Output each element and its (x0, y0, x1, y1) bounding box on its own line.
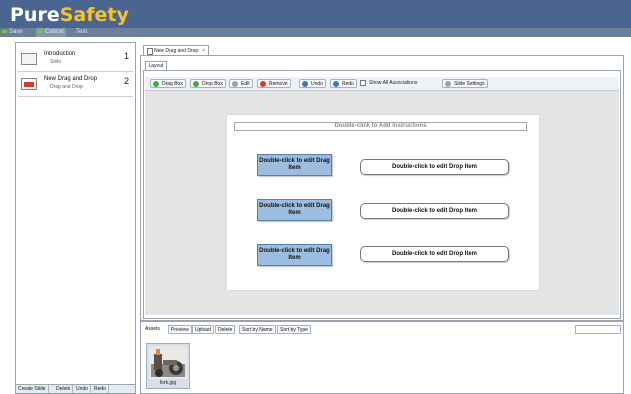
puresafety-logo: PureSafety (10, 4, 129, 26)
add-drag-box-button[interactable]: Drag Box (150, 79, 186, 88)
upload-button[interactable]: Upload (192, 325, 214, 334)
drag-item[interactable]: Double-click to edit Drag Item (257, 244, 332, 266)
edit-icon (232, 81, 238, 87)
cancel-button[interactable]: Cancel (36, 28, 66, 37)
main-toolbar: Save Cancel Test (0, 28, 631, 37)
test-button[interactable]: Test (76, 28, 87, 37)
create-slide-button[interactable]: Create Slide (16, 385, 49, 393)
app-header: PureSafety (0, 0, 631, 28)
slide-settings-button[interactable]: Slide Settings (442, 79, 488, 88)
undo-button[interactable]: Undo (299, 79, 326, 88)
sort-by-type-button[interactable]: Sort by Type (277, 325, 311, 334)
instructions-field[interactable]: Double-click to Add Instructions (234, 122, 527, 131)
save-icon (2, 29, 7, 33)
layout-toolbar: Drag Box Drop Box Edit Remove Undo Redo … (145, 77, 619, 91)
document-icon (147, 48, 153, 55)
slide-item-introduction[interactable]: Introduction Slide 1 (18, 47, 133, 72)
drag-item[interactable]: Double-click to edit Drag Item (257, 154, 332, 176)
preview-button[interactable]: Preview (168, 325, 192, 334)
slide-number: 1 (123, 51, 129, 61)
add-drop-box-button[interactable]: Drop Box (190, 79, 226, 88)
assets-label: Assets (145, 326, 161, 332)
undo-button[interactable]: Undo (74, 385, 91, 393)
redo-button[interactable]: Redo (330, 79, 357, 88)
asset-item[interactable]: fork.jpg (146, 343, 190, 389)
slide-list-actions: Create Slide Delete Undo Redo (16, 384, 135, 393)
add-icon (153, 81, 159, 87)
tab-layout[interactable]: Layout (145, 61, 167, 70)
slide-title: New Drag and Drop (44, 76, 98, 82)
edit-button[interactable]: Edit (229, 79, 253, 88)
remove-button[interactable]: Remove (257, 79, 291, 88)
slide-list-panel: Introduction Slide 1 New Drag and Drop D… (15, 42, 136, 394)
tab-new-drag-and-drop[interactable]: New Drag and Drop × (143, 45, 209, 55)
close-tab-icon[interactable]: × (202, 47, 205, 55)
slide-item-new-drag-and-drop[interactable]: New Drag and Drop Drag and Drop 2 (18, 72, 133, 97)
slide-type: Slide (50, 59, 62, 65)
slide-type: Drag and Drop (50, 84, 83, 90)
slide-thumbnail (21, 53, 37, 65)
asset-search-input[interactable] (575, 325, 621, 334)
asset-filename: fork.jpg (159, 380, 177, 386)
checkbox-icon (360, 80, 366, 86)
drop-item[interactable]: Double-click to edit Drop Item (360, 246, 509, 262)
delete-asset-button[interactable]: Delete (215, 325, 236, 334)
drag-item[interactable]: Double-click to edit Drag Item (257, 199, 332, 221)
slide-title: Introduction (44, 51, 76, 57)
fork-image (149, 346, 187, 379)
redo-icon (333, 81, 339, 87)
drop-item[interactable]: Double-click to edit Drop Item (360, 203, 509, 219)
slide-number: 2 (123, 76, 129, 86)
assets-panel: Assets Preview Upload Delete Sort by Nam… (140, 321, 624, 394)
sort-by-name-button[interactable]: Sort by Name (239, 325, 276, 334)
remove-icon (260, 81, 266, 87)
undo-icon (302, 81, 308, 87)
cancel-icon (38, 29, 43, 33)
save-button[interactable]: Save (2, 28, 23, 37)
add-icon (193, 81, 199, 87)
drop-item[interactable]: Double-click to edit Drop Item (360, 159, 509, 175)
slide-thumbnail (21, 78, 37, 90)
delete-slide-button[interactable]: Delete (54, 385, 74, 393)
gear-icon (445, 81, 451, 87)
redo-button[interactable]: Redo (92, 385, 109, 393)
